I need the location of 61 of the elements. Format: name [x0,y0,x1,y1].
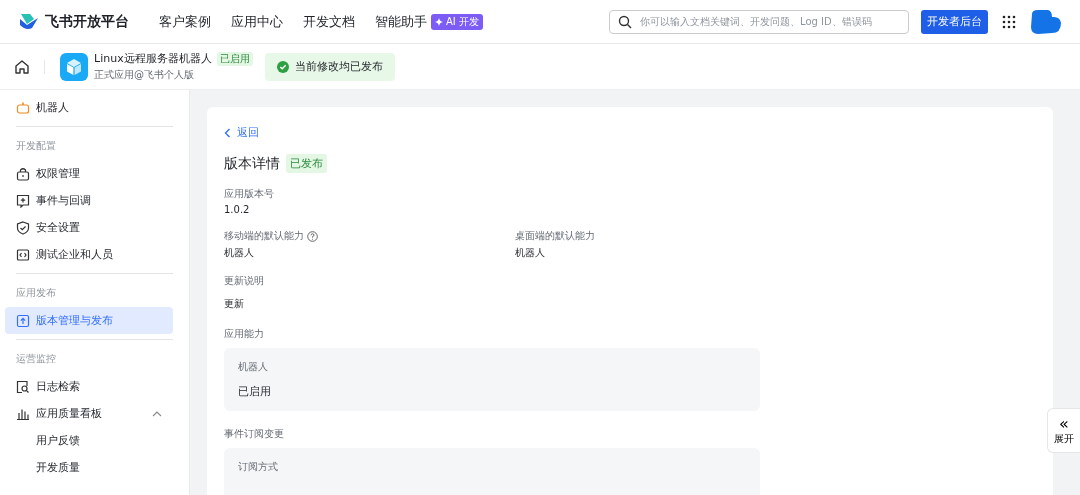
sidebar-item[interactable]: 机器人 [5,94,173,121]
sidebar-item[interactable]: 权限管理 [5,160,173,187]
field-label: 应用版本号 [224,187,275,201]
app-name: Linux远程服务器机器人 [94,51,212,66]
section-title: 事件订阅变更 [224,427,285,441]
code-icon [16,247,30,262]
logo-icon [18,12,40,31]
back-link[interactable]: 返回 [224,125,1036,140]
field-label: 更新说明 [224,274,265,288]
page-title: 版本详情 [224,154,280,173]
sidebar-item[interactable]: 应用质量看板 [5,400,173,427]
home-icon[interactable] [14,58,30,75]
nav-link[interactable]: 应用中心 [231,12,283,31]
check-circle-icon [276,60,289,73]
section-title: 运营监控 [15,352,57,366]
sidebar-item[interactable]: 版本管理与发布 [5,307,173,334]
upload-icon [16,313,30,328]
sidebar-item[interactable]: 事件与回调 [5,187,173,214]
section-title: 开发配置 [15,139,57,153]
sidebar-item[interactable]: 安全设置 [5,214,173,241]
sparkle-icon [435,17,443,26]
section-title: 应用发布 [15,286,57,300]
field-label: 桌面端的默认能力 [515,229,595,243]
lock-icon [16,166,30,181]
field-value: 1.0.2 [224,204,251,215]
chevron-icon[interactable] [152,410,162,417]
panel-label: 机器人 [238,360,269,374]
plusbox-icon [16,193,30,208]
app-subtitle: 正式应用@飞书个人版 [94,68,195,82]
nav-link[interactable]: 开发文档 [303,12,355,31]
robot-icon [16,100,30,115]
nav-link[interactable]: 客户案例 [159,12,211,31]
sidebar-item[interactable]: 日志检索 [5,373,173,400]
notice-text: 当前修改均已发布 [294,59,383,74]
logo-text[interactable]: 飞书开放平台 [45,12,129,31]
shield-icon [16,220,30,235]
help-icon[interactable] [307,230,318,242]
status-badge: 已启用 [216,51,253,66]
badge-text: AI 开发 [446,14,479,29]
section-title: 应用能力 [224,327,265,341]
search-icon [618,14,632,29]
apps-grid-icon[interactable] [1002,14,1016,29]
panel-label: 订阅方式 [238,460,279,474]
console-button[interactable]: 开发者后台 [921,9,988,34]
field-value: 机器人 [224,246,255,260]
search-field[interactable]: 你可以输入文档关键词、开发问题、Log ID、错误码 [609,9,909,34]
sidebar-subitem[interactable]: 用户反馈 [5,427,173,454]
field-value: 机器人 [515,246,546,260]
field-label: 移动端的默认能力 [224,229,304,243]
chevron-left-icon [224,127,231,138]
sidebar-subitem[interactable]: 开发质量 [5,454,173,481]
expand-button[interactable]: « 展开 [1047,408,1080,453]
field-value: 更新 [224,297,245,311]
status-badge: 已发布 [286,154,327,173]
back-text[interactable]: 返回 [237,125,259,140]
logsearch-icon [16,379,30,394]
panel-value: 已启用 [238,384,272,399]
nav-link[interactable]: 智能助手 [375,12,427,31]
avatar-icon[interactable] [1030,8,1062,35]
app-icon [60,52,88,81]
sidebar-item[interactable]: 测试企业和人员 [5,241,173,268]
